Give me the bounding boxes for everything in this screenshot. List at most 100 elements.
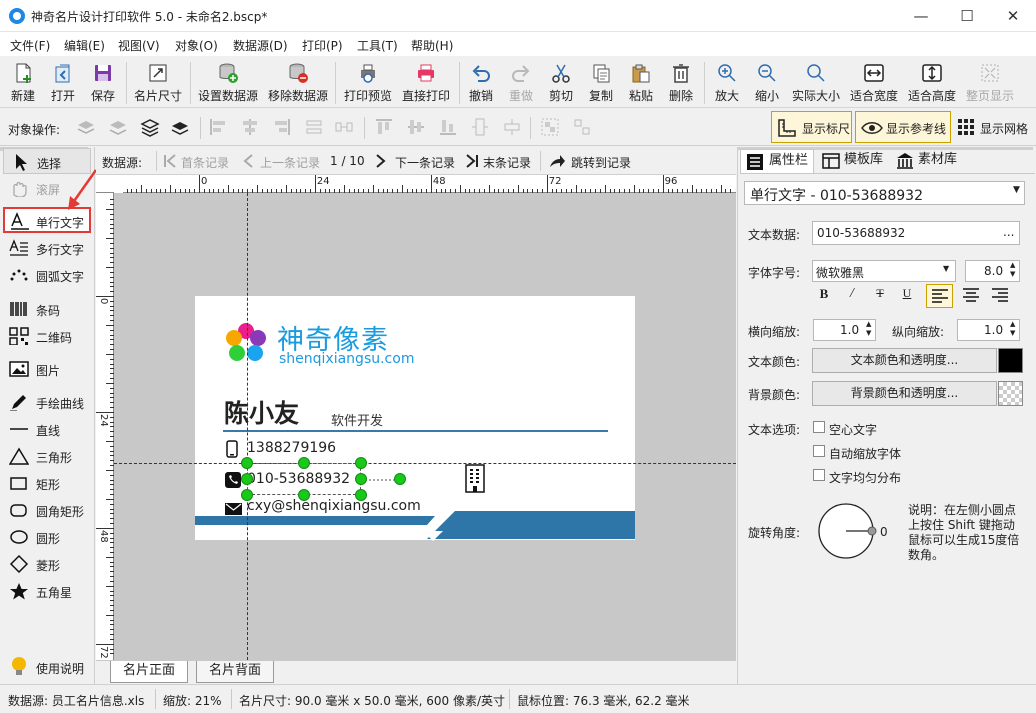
copy-button[interactable]: 复制: [583, 60, 619, 106]
resize-handle-s[interactable]: [298, 489, 310, 501]
text-color-swatch[interactable]: [998, 348, 1023, 373]
text-data-field[interactable]: 010-53688932 ...: [812, 221, 1020, 245]
paste-button[interactable]: 粘贴: [623, 60, 659, 106]
rotation-dial[interactable]: [816, 502, 878, 562]
distribute-h-icon[interactable]: [304, 117, 324, 137]
actual-size-button[interactable]: 实际大小: [789, 60, 843, 106]
tool-multi-line-text[interactable]: 多行文字: [3, 235, 91, 261]
autoscale-checkbox[interactable]: [813, 445, 825, 457]
align-middle-icon[interactable]: [406, 117, 426, 137]
align-bottom-icon[interactable]: [438, 117, 458, 137]
text-color-button[interactable]: 文本颜色和透明度...: [812, 348, 997, 373]
layers-icon[interactable]: [140, 117, 160, 137]
design-canvas[interactable]: 0 24 48 72 96 0 24 48 72 神奇像素 shenqixiangsu.com…: [96, 175, 736, 660]
tab-card-back[interactable]: 名片背面: [196, 661, 275, 683]
font-size-spinner[interactable]: 8.0 ▲ ▼: [965, 260, 1020, 282]
delete-button[interactable]: 删除: [663, 60, 699, 106]
layer-up-icon[interactable]: [76, 117, 96, 137]
undo-button[interactable]: 撤销: [463, 60, 499, 106]
tool-circle[interactable]: 圆形: [3, 524, 91, 550]
print-preview-button[interactable]: 打印预览: [340, 60, 396, 106]
remove-datasource-button[interactable]: 移除数据源: [265, 60, 331, 106]
minimize-button[interactable]: —: [898, 0, 944, 32]
bg-color-button[interactable]: 背景颜色和透明度...: [812, 381, 997, 406]
group-icon[interactable]: [540, 117, 560, 137]
prev-record-button[interactable]: 上一条记录: [241, 151, 326, 171]
tab-properties[interactable]: 属性栏: [740, 149, 814, 173]
v-scale-spinner[interactable]: 1.0 ▲ ▼: [957, 319, 1020, 341]
tool-triangle[interactable]: 三角形: [3, 443, 91, 469]
same-height-icon[interactable]: [502, 117, 522, 137]
distribute-v-icon[interactable]: [334, 117, 354, 137]
resize-handle-w[interactable]: [241, 473, 253, 485]
resize-handle-n[interactable]: [298, 457, 310, 469]
fit-height-button[interactable]: 适合高度: [904, 60, 960, 106]
tool-arc-text[interactable]: 圆弧文字: [3, 262, 91, 288]
business-card[interactable]: 神奇像素 shenqixiangsu.com 陈小友 软件开发 13882791…: [195, 296, 635, 541]
bold-button[interactable]: B: [815, 286, 833, 306]
hollow-text-checkbox[interactable]: [813, 421, 825, 433]
menu-tools[interactable]: 工具(T): [357, 37, 398, 54]
open-button[interactable]: 打开: [44, 60, 82, 106]
h-scale-spinner[interactable]: 1.0 ▲ ▼: [813, 319, 876, 341]
bg-color-swatch-transparent[interactable]: [998, 381, 1023, 406]
help-guide-button[interactable]: 使用说明: [3, 654, 91, 680]
tool-qrcode[interactable]: 二维码: [3, 323, 91, 349]
tool-line[interactable]: 直线: [3, 416, 91, 442]
menu-file[interactable]: 文件(F): [10, 37, 50, 54]
underline-button[interactable]: U: [898, 286, 916, 306]
last-record-button[interactable]: 末条记录: [464, 151, 536, 171]
layer-down-icon[interactable]: [108, 117, 128, 137]
text-data-more-button[interactable]: ...: [1003, 225, 1014, 239]
align-top-icon[interactable]: [374, 117, 394, 137]
tool-star[interactable]: 五角星: [3, 578, 91, 604]
zoom-out-button[interactable]: 缩小: [748, 60, 786, 106]
show-ruler-toggle[interactable]: 显示标尺: [771, 111, 852, 143]
fit-page-button[interactable]: 整页显示: [962, 60, 1018, 106]
cut-button[interactable]: 剪切: [543, 60, 579, 106]
resize-handle-se[interactable]: [355, 489, 367, 501]
show-guides-toggle[interactable]: 显示参考线: [855, 111, 951, 143]
tool-image[interactable]: 图片: [3, 356, 91, 382]
jump-record-button[interactable]: 跳转到记录: [548, 151, 638, 171]
resize-handle-ne[interactable]: [355, 457, 367, 469]
same-width-icon[interactable]: [470, 117, 490, 137]
strikethrough-button[interactable]: T: [871, 286, 889, 306]
fit-width-button[interactable]: 适合宽度: [846, 60, 902, 106]
maximize-button[interactable]: ☐: [944, 0, 990, 32]
next-record-button[interactable]: 下一条记录: [374, 151, 459, 171]
vertical-guide-line[interactable]: [247, 193, 248, 660]
resize-handle-e[interactable]: [355, 473, 367, 485]
menu-object[interactable]: 对象(O): [175, 37, 218, 54]
close-button[interactable]: ✕: [990, 0, 1036, 32]
card-size-button[interactable]: 名片尺寸: [130, 60, 186, 106]
first-record-button[interactable]: 首条记录: [162, 151, 234, 171]
menu-datasource[interactable]: 数据源(D): [233, 37, 288, 54]
tool-barcode[interactable]: 条码: [3, 296, 91, 322]
zoom-in-button[interactable]: 放大: [708, 60, 746, 106]
layer-edit-icon[interactable]: [170, 117, 190, 137]
font-family-select[interactable]: 微软雅黑 ▼: [812, 260, 956, 282]
tab-card-front[interactable]: 名片正面: [110, 661, 189, 683]
new-button[interactable]: 新建: [4, 60, 42, 106]
align-left-icon[interactable]: [208, 117, 228, 137]
menu-view[interactable]: 视图(V): [118, 37, 160, 54]
ungroup-icon[interactable]: [572, 117, 592, 137]
tab-assets[interactable]: 素材库: [890, 149, 964, 173]
tab-templates[interactable]: 模板库: [816, 149, 890, 173]
show-grid-toggle[interactable]: 显示网格: [956, 111, 1036, 143]
horizontal-guide-line[interactable]: [114, 463, 736, 464]
align-center-icon[interactable]: [240, 117, 260, 137]
object-select[interactable]: 单行文字 - 010-53688932 ▼: [744, 181, 1025, 205]
resize-handle-nw[interactable]: [241, 457, 253, 469]
distribute-checkbox[interactable]: [813, 469, 825, 481]
resize-handle-sw[interactable]: [241, 489, 253, 501]
redo-button[interactable]: 重做: [503, 60, 539, 106]
rotation-handle[interactable]: [394, 473, 406, 485]
align-center-button[interactable]: [958, 284, 985, 308]
tool-diamond[interactable]: 菱形: [3, 551, 91, 577]
align-right-icon[interactable]: [272, 117, 292, 137]
align-left-button[interactable]: [926, 284, 953, 308]
menu-print[interactable]: 打印(P): [302, 37, 343, 54]
menu-edit[interactable]: 编辑(E): [64, 37, 105, 54]
